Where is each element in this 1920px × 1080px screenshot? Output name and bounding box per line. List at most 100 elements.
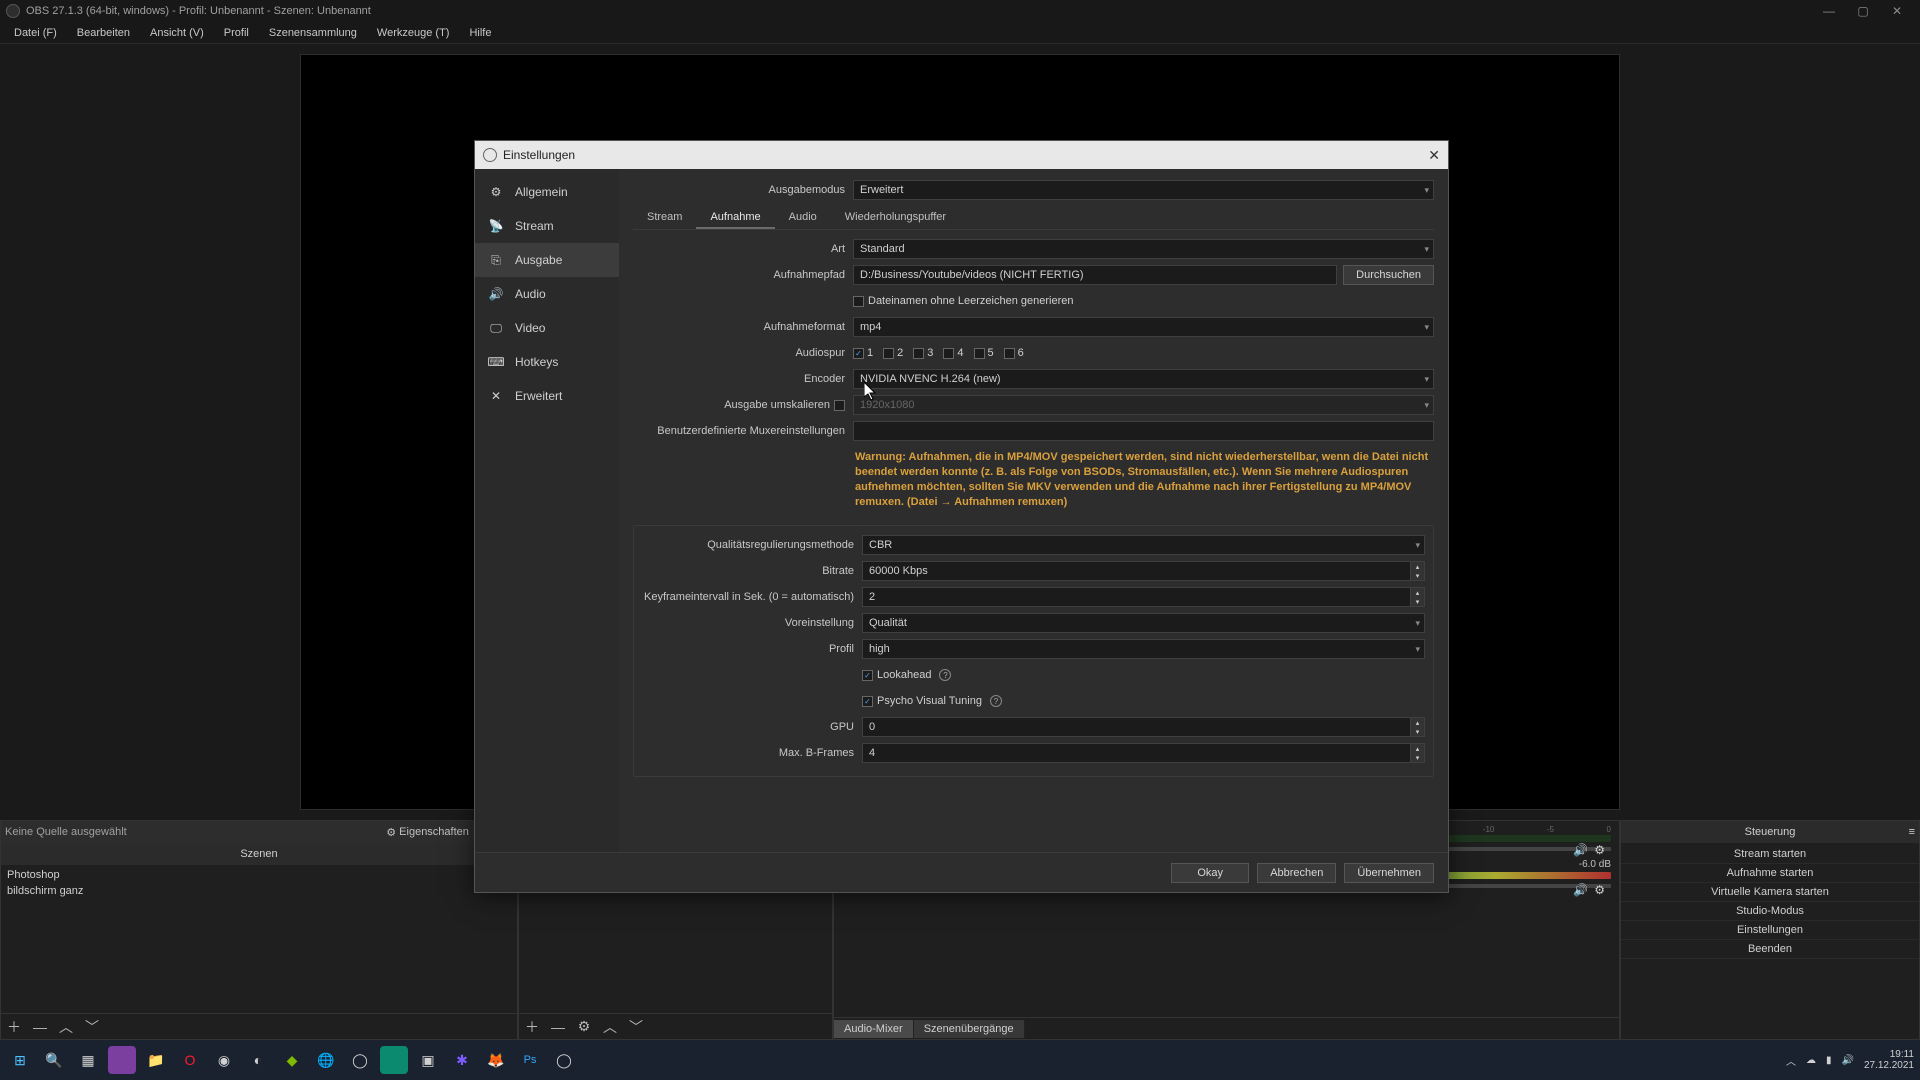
menu-file[interactable]: Datei (F) bbox=[4, 25, 67, 41]
keyframe-input[interactable]: 2▴▾ bbox=[862, 587, 1425, 607]
sidebar-item-general[interactable]: ⚙Allgemein bbox=[475, 175, 619, 209]
tab-recording[interactable]: Aufnahme bbox=[696, 207, 774, 229]
add-scene-button[interactable]: ＋ bbox=[5, 1018, 23, 1036]
menu-help[interactable]: Hilfe bbox=[459, 25, 501, 41]
output-mode-select[interactable]: Erweitert bbox=[853, 180, 1434, 200]
tray-onedrive-icon[interactable]: ☁ bbox=[1806, 1055, 1816, 1066]
opera-icon[interactable]: O bbox=[176, 1046, 204, 1074]
source-down-button[interactable]: ﹀ bbox=[627, 1018, 645, 1036]
app-icon-4[interactable] bbox=[380, 1046, 408, 1074]
steam-icon[interactable]: ◐ bbox=[244, 1046, 272, 1074]
scene-up-button[interactable]: ︿ bbox=[57, 1018, 75, 1036]
ok-button[interactable]: Okay bbox=[1171, 863, 1249, 883]
app-icon-1[interactable] bbox=[108, 1046, 136, 1074]
exit-button[interactable]: Beenden bbox=[1621, 940, 1919, 959]
dialog-title: Einstellungen bbox=[503, 148, 575, 162]
properties-button[interactable]: ⚙Eigenschaften bbox=[386, 826, 469, 839]
audio-track-4-checkbox[interactable] bbox=[943, 348, 954, 359]
tab-audio[interactable]: Audio bbox=[775, 207, 831, 229]
recording-path-input[interactable]: D:/Business/Youtube/videos (NICHT FERTIG… bbox=[853, 265, 1337, 285]
firefox-icon[interactable]: 🦊 bbox=[482, 1046, 510, 1074]
minimize-button[interactable]: — bbox=[1812, 1, 1846, 21]
sidebar-item-video[interactable]: 🖵Video bbox=[475, 311, 619, 345]
audio-track-1-checkbox[interactable] bbox=[853, 348, 864, 359]
menu-scenes[interactable]: Szenensammlung bbox=[259, 25, 367, 41]
tray-battery-icon[interactable]: ▮ bbox=[1826, 1055, 1832, 1066]
menu-view[interactable]: Ansicht (V) bbox=[140, 25, 214, 41]
bframes-input[interactable]: 4▴▾ bbox=[862, 743, 1425, 763]
chrome-icon[interactable]: ◉ bbox=[210, 1046, 238, 1074]
menu-tools[interactable]: Werkzeuge (T) bbox=[367, 25, 460, 41]
app-icon-5[interactable]: ▣ bbox=[414, 1046, 442, 1074]
obs-icon[interactable]: ◯ bbox=[346, 1046, 374, 1074]
track-settings-icon[interactable]: ⚙ bbox=[1594, 883, 1605, 897]
sidebar-item-hotkeys[interactable]: ⌨Hotkeys bbox=[475, 345, 619, 379]
add-source-button[interactable]: ＋ bbox=[523, 1018, 541, 1036]
type-select[interactable]: Standard bbox=[853, 239, 1434, 259]
remove-scene-button[interactable]: — bbox=[31, 1018, 49, 1036]
sidebar-item-advanced[interactable]: ✕Erweitert bbox=[475, 379, 619, 413]
audio-track-5-checkbox[interactable] bbox=[974, 348, 985, 359]
browse-button[interactable]: Durchsuchen bbox=[1343, 265, 1434, 285]
bitrate-input[interactable]: 60000 Kbps▴▾ bbox=[862, 561, 1425, 581]
psycho-checkbox[interactable] bbox=[862, 696, 873, 707]
sidebar-item-output[interactable]: ⎘Ausgabe bbox=[475, 243, 619, 277]
dialog-close-button[interactable]: ✕ bbox=[1428, 147, 1440, 164]
track-settings-icon[interactable]: ⚙ bbox=[1594, 843, 1605, 857]
start-recording-button[interactable]: Aufnahme starten bbox=[1621, 864, 1919, 883]
tab-audio-mixer[interactable]: Audio-Mixer bbox=[834, 1020, 914, 1038]
settings-button[interactable]: Einstellungen bbox=[1621, 921, 1919, 940]
remove-source-button[interactable]: — bbox=[549, 1018, 567, 1036]
photoshop-icon[interactable]: Ps bbox=[516, 1046, 544, 1074]
speaker-icon[interactable]: 🔊 bbox=[1573, 843, 1588, 857]
encoder-select[interactable]: NVIDIA NVENC H.264 (new) bbox=[853, 369, 1434, 389]
maximize-button[interactable]: ▢ bbox=[1846, 1, 1880, 21]
speaker-icon[interactable]: 🔊 bbox=[1573, 883, 1588, 897]
recording-format-select[interactable]: mp4 bbox=[853, 317, 1434, 337]
app-icon-7[interactable]: ◯ bbox=[550, 1046, 578, 1074]
scene-item[interactable]: bildschirm ganz bbox=[5, 883, 513, 899]
muxer-input[interactable] bbox=[853, 421, 1434, 441]
studio-mode-button[interactable]: Studio-Modus bbox=[1621, 902, 1919, 921]
tab-stream[interactable]: Stream bbox=[633, 207, 696, 229]
tab-transitions[interactable]: Szenenübergänge bbox=[914, 1020, 1025, 1038]
rescale-checkbox[interactable] bbox=[834, 400, 845, 411]
audio-track-6-checkbox[interactable] bbox=[1004, 348, 1015, 359]
scene-list[interactable]: Photoshop bildschirm ganz bbox=[1, 865, 517, 1013]
info-icon[interactable]: ? bbox=[990, 695, 1002, 707]
source-up-button[interactable]: ︿ bbox=[601, 1018, 619, 1036]
audio-track-3-checkbox[interactable] bbox=[913, 348, 924, 359]
cancel-button[interactable]: Abbrechen bbox=[1257, 863, 1336, 883]
app-icon-2[interactable]: ◆ bbox=[278, 1046, 306, 1074]
menu-edit[interactable]: Bearbeiten bbox=[67, 25, 140, 41]
start-button[interactable]: ⊞ bbox=[6, 1046, 34, 1074]
menu-profile[interactable]: Profil bbox=[214, 25, 259, 41]
explorer-icon[interactable]: 📁 bbox=[142, 1046, 170, 1074]
tray-volume-icon[interactable]: 🔊 bbox=[1841, 1055, 1853, 1066]
panel-menu-icon[interactable]: ≡ bbox=[1909, 826, 1915, 838]
apply-button[interactable]: Übernehmen bbox=[1344, 863, 1434, 883]
info-icon[interactable]: ? bbox=[939, 669, 951, 681]
rate-control-select[interactable]: CBR bbox=[862, 535, 1425, 555]
close-button[interactable]: ✕ bbox=[1880, 1, 1914, 21]
gpu-input[interactable]: 0▴▾ bbox=[862, 717, 1425, 737]
search-icon[interactable]: 🔍 bbox=[40, 1046, 68, 1074]
tray-clock[interactable]: 19:11 27.12.2021 bbox=[1864, 1049, 1914, 1072]
app-icon-6[interactable]: ✱ bbox=[448, 1046, 476, 1074]
profile-select[interactable]: high bbox=[862, 639, 1425, 659]
audio-track-2-checkbox[interactable] bbox=[883, 348, 894, 359]
scene-down-button[interactable]: ﹀ bbox=[83, 1018, 101, 1036]
task-view-icon[interactable]: ▦ bbox=[74, 1046, 102, 1074]
lookahead-checkbox[interactable] bbox=[862, 670, 873, 681]
source-settings-button[interactable]: ⚙ bbox=[575, 1018, 593, 1036]
start-stream-button[interactable]: Stream starten bbox=[1621, 845, 1919, 864]
app-icon-3[interactable]: 🌐 bbox=[312, 1046, 340, 1074]
filename-no-space-checkbox[interactable] bbox=[853, 296, 864, 307]
tab-replay-buffer[interactable]: Wiederholungspuffer bbox=[831, 207, 960, 229]
tray-chevron-icon[interactable]: ︿ bbox=[1786, 1053, 1796, 1068]
start-virtual-cam-button[interactable]: Virtuelle Kamera starten bbox=[1621, 883, 1919, 902]
scene-item[interactable]: Photoshop bbox=[5, 867, 513, 883]
sidebar-item-audio[interactable]: 🔊Audio bbox=[475, 277, 619, 311]
sidebar-item-stream[interactable]: 📡Stream bbox=[475, 209, 619, 243]
preset-select[interactable]: Qualität bbox=[862, 613, 1425, 633]
